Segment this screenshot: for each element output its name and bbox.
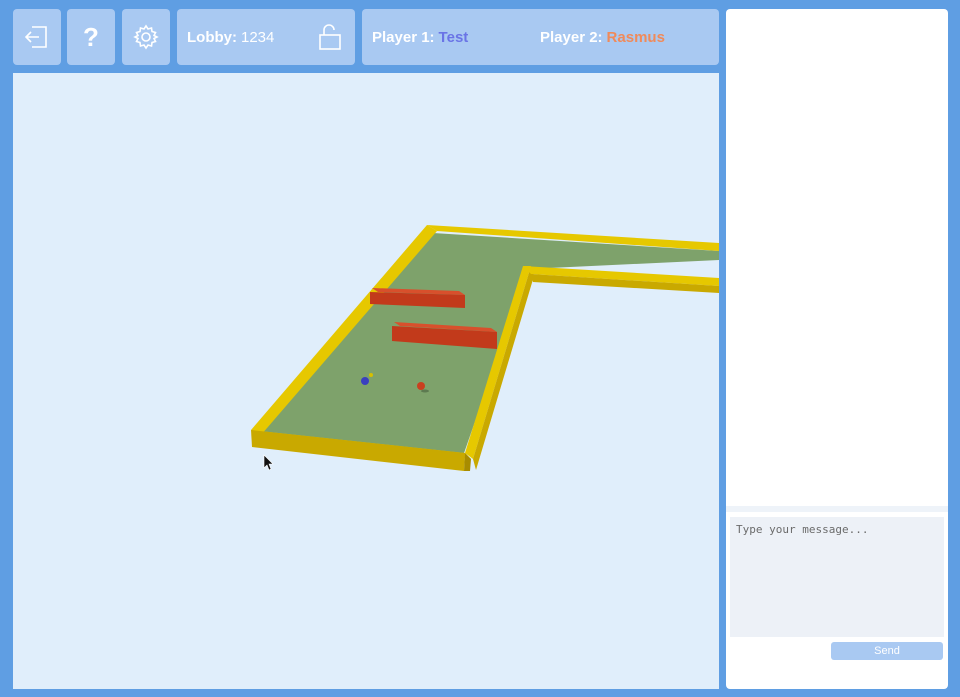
unlocked-padlock-icon [319,24,341,50]
lobby-lock-button[interactable] [315,23,345,55]
lobby-code: 1234 [241,28,275,46]
player1-label: Player 1: [372,28,435,46]
ball-shadow [421,389,429,393]
send-button[interactable]: Send [831,642,943,660]
player1-ball-marker [369,373,373,377]
player1-ball [361,377,369,385]
settings-button[interactable] [122,9,170,65]
game-viewport[interactable] [13,73,719,689]
mouse-cursor [263,454,274,471]
chat-message-input[interactable] [730,517,944,637]
help-icon: ? [83,21,99,52]
player2-ball [417,382,425,390]
chat-divider [726,506,948,512]
golf-course-scene [251,225,719,471]
help-button[interactable]: ? [67,9,115,65]
player1-info: Player 1: Test [372,29,468,46]
exit-button[interactable] [13,9,61,65]
player2-label: Player 2: [540,28,603,46]
lobby-panel: Lobby: 1234 [177,9,355,65]
exit-icon [24,26,47,48]
chat-panel: Send [726,9,948,689]
chat-log [726,9,948,506]
lobby-label: Lobby: [187,28,237,46]
player2-info: Player 2: Rasmus [540,29,665,46]
player1-name: Test [438,28,469,46]
player2-name: Rasmus [606,28,665,46]
players-panel: Player 1: Test Player 2: Rasmus [362,9,719,65]
gear-icon [133,24,159,50]
